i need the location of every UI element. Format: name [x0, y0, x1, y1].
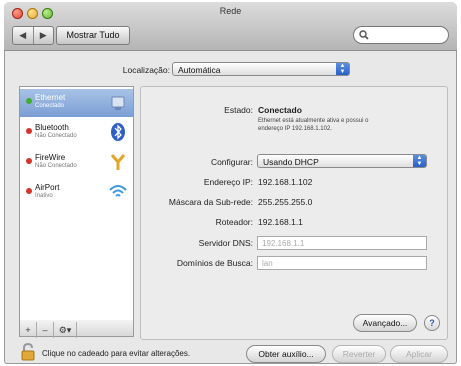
service-name: Bluetooth [35, 123, 69, 132]
state-description-line2: endereço IP 192.168.1.102. [258, 126, 332, 132]
lock-message: Clique no cadeado para evitar alterações… [42, 349, 191, 358]
search-domains-field[interactable]: lan [257, 256, 427, 270]
title-bar: Rede ◀ ▶ Mostrar Tudo [4, 2, 457, 51]
forward-button[interactable]: ▶ [34, 27, 54, 44]
advanced-button[interactable]: Avançado... [353, 314, 417, 332]
add-service-button[interactable]: + [20, 322, 37, 338]
subnet-mask-label: Máscara da Sub-rede: [168, 197, 253, 207]
service-details-panel: Estado: Conectado Ethernet está atualmen… [140, 86, 448, 340]
popup-arrows-icon: ▲ ▼ [336, 63, 349, 75]
location-popup[interactable]: Automática ▲ ▼ [172, 62, 350, 76]
subnet-mask-value: 255.255.255.0 [258, 197, 313, 207]
apply-button[interactable]: Aplicar [390, 345, 448, 363]
bluetooth-icon [111, 123, 125, 141]
assist-me-button[interactable]: Obter auxílio... [246, 345, 326, 363]
ip-address-label: Endereço IP: [203, 177, 253, 187]
remove-service-button[interactable]: – [37, 322, 54, 338]
location-value: Automática [178, 65, 221, 75]
service-name: AirPort [35, 183, 60, 192]
help-button[interactable]: ? [424, 315, 440, 331]
ip-address-value: 192.168.1.102 [258, 177, 313, 187]
search-field[interactable] [353, 26, 449, 44]
dns-server-label: Servidor DNS: [198, 238, 253, 248]
popup-arrows-icon: ▲ ▼ [413, 155, 426, 167]
service-item-firewire[interactable]: FireWire Não Conectado [20, 149, 133, 177]
service-name: FireWire [35, 153, 66, 162]
status-dot [26, 158, 32, 164]
service-status: Não Conectado [35, 163, 77, 169]
airport-wifi-icon [109, 185, 127, 197]
service-list: Ethernet Conectado Bluetooth Não Conecta… [19, 86, 134, 321]
status-dot [26, 128, 32, 134]
back-button[interactable]: ◀ [13, 27, 34, 44]
configure-label: Configurar: [210, 157, 253, 167]
state-label: Estado: [224, 105, 253, 115]
status-dot [26, 188, 32, 194]
window-title: Rede [219, 6, 242, 16]
service-actions-menu-button[interactable]: ⚙▾ [54, 322, 77, 338]
search-icon [359, 30, 369, 40]
service-item-ethernet[interactable]: Ethernet Conectado [20, 89, 133, 117]
service-item-bluetooth[interactable]: Bluetooth Não Conectado [20, 119, 133, 147]
show-all-button[interactable]: Mostrar Tudo [56, 26, 130, 45]
network-preferences-window: Rede ◀ ▶ Mostrar Tudo Localização: Autom… [4, 2, 457, 364]
router-label: Roteador: [215, 217, 253, 227]
service-name: Ethernet [35, 93, 66, 102]
lock-icon[interactable] [20, 343, 36, 361]
location-label: Localização: [122, 65, 170, 75]
service-status: Inativo [35, 193, 53, 199]
state-description-line1: Ethernet está atualmente ativa e possui … [258, 118, 369, 124]
service-list-controls: + – ⚙▾ [19, 320, 134, 338]
ethernet-icon [111, 96, 125, 110]
search-domains-label: Domínios de Busca: [176, 258, 253, 268]
configure-popup[interactable]: Usando DHCP ▲ ▼ [257, 154, 427, 168]
service-item-airport[interactable]: AirPort Inativo [20, 179, 133, 207]
revert-button[interactable]: Reverter [332, 345, 386, 363]
dns-server-field[interactable]: 192.168.1.1 [257, 236, 427, 250]
back-forward-buttons: ◀ ▶ [12, 26, 54, 45]
state-value: Conectado [258, 105, 302, 115]
router-value: 192.168.1.1 [258, 217, 303, 227]
configure-value: Usando DHCP [263, 157, 319, 167]
firewire-icon [110, 154, 126, 170]
service-status: Conectado [35, 103, 65, 109]
status-dot [26, 98, 32, 104]
service-status: Não Conectado [35, 133, 77, 139]
